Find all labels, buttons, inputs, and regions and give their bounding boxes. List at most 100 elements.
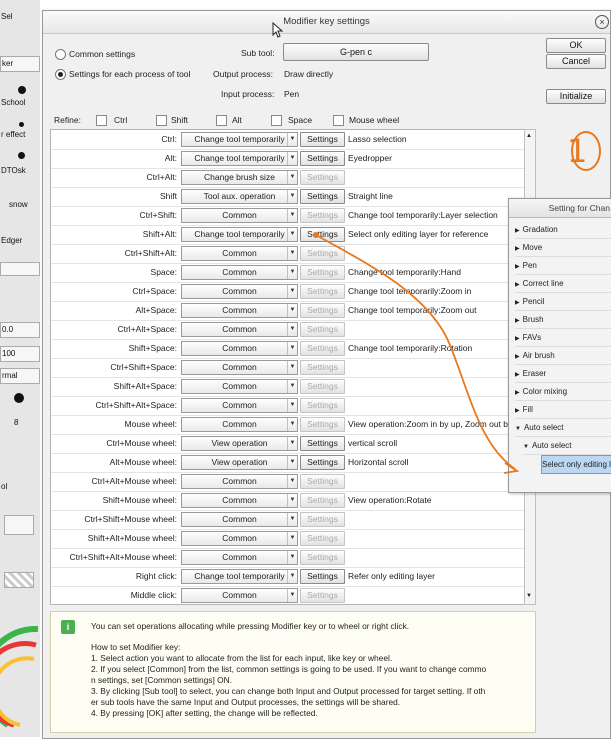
operation-select[interactable]: Common ▼: [181, 588, 298, 603]
settings-button[interactable]: Settings: [300, 189, 345, 204]
chevron-down-icon[interactable]: ▼: [287, 133, 297, 146]
modifier-key-label: Middle click:: [130, 590, 177, 600]
refine-mouse-wheel-label: Mouse wheel: [349, 115, 400, 125]
close-icon[interactable]: ×: [595, 15, 609, 29]
refine-alt-label: Alt: [232, 115, 242, 125]
operation-select[interactable]: Common ▼: [181, 550, 298, 565]
cancel-button[interactable]: Cancel: [546, 54, 606, 69]
chevron-down-icon[interactable]: ▼: [287, 589, 297, 602]
chevron-down-icon[interactable]: ▼: [287, 361, 297, 374]
bg-label: 100: [2, 349, 16, 358]
chevron-down-icon[interactable]: ▼: [287, 266, 297, 279]
chevron-down-icon[interactable]: ▼: [287, 323, 297, 336]
operation-select[interactable]: Common ▼: [181, 303, 298, 318]
operation-select[interactable]: Common ▼: [181, 398, 298, 413]
settings-button[interactable]: Settings: [300, 151, 345, 166]
table-row: Ctrl+Shift+Alt+Mouse wheel: Common ▼ Settin…: [51, 548, 525, 568]
operation-select[interactable]: Common ▼: [181, 379, 298, 394]
bg-field: ker: [0, 56, 40, 72]
operation-select[interactable]: Common ▼: [181, 246, 298, 261]
operation-select[interactable]: Common ▼: [181, 284, 298, 299]
operation-select[interactable]: Common ▼: [181, 265, 298, 280]
cursor-icon: [272, 22, 284, 38]
chevron-down-icon[interactable]: ▼: [287, 285, 297, 298]
operation-select[interactable]: Change tool temporarily ▼: [181, 569, 298, 584]
chevron-down-icon[interactable]: ▼: [287, 399, 297, 412]
info-icon: i: [61, 620, 75, 634]
table-row: Right click: Change tool temporarily ▼ Sett…: [51, 567, 525, 587]
operation-select[interactable]: Common ▼: [181, 512, 298, 527]
chevron-down-icon[interactable]: ▼: [287, 551, 297, 564]
brush-dot-icon: [19, 122, 24, 127]
chevron-down-icon[interactable]: ▼: [287, 570, 297, 583]
operation-select[interactable]: Common ▼: [181, 341, 298, 356]
chevron-down-icon[interactable]: ▼: [287, 494, 297, 507]
operation-select[interactable]: Common ▼: [181, 208, 298, 223]
refine-space-checkbox[interactable]: [271, 115, 282, 126]
operation-value: Common: [222, 305, 257, 315]
chevron-down-icon[interactable]: ▼: [287, 380, 297, 393]
operation-select[interactable]: Common ▼: [181, 417, 298, 432]
chevron-down-icon[interactable]: ▼: [287, 475, 297, 488]
side-panel-item[interactable]: Select only editing la: [541, 455, 611, 474]
chevron-down-icon[interactable]: ▼: [287, 190, 297, 203]
chevron-down-icon[interactable]: ▼: [287, 456, 297, 469]
settings-each-process-radio[interactable]: [55, 69, 66, 80]
operation-select[interactable]: Common ▼: [181, 493, 298, 508]
brush-dot-icon: [18, 86, 26, 94]
chevron-down-icon[interactable]: ▼: [287, 437, 297, 450]
operation-select[interactable]: Common ▼: [181, 531, 298, 546]
chevron-down-icon[interactable]: ▼: [287, 247, 297, 260]
refine-shift-checkbox[interactable]: [156, 115, 167, 126]
operation-select[interactable]: Tool aux. operation ▼: [181, 189, 298, 204]
common-settings-radio[interactable]: [55, 49, 66, 60]
operation-value: Common: [222, 514, 257, 524]
operation-value: Change tool temporarily: [194, 571, 285, 581]
scroll-up-icon[interactable]: ▲: [526, 133, 532, 139]
chevron-down-icon[interactable]: ▼: [287, 513, 297, 526]
operation-value: Common: [222, 286, 257, 296]
operation-value: Common: [222, 248, 257, 258]
settings-button[interactable]: Settings: [300, 132, 345, 147]
operation-select[interactable]: View operation ▼: [181, 436, 298, 451]
operation-value: Change brush size: [204, 172, 275, 182]
modifier-key-label: Ctrl+Shift+Alt+Mouse wheel:: [69, 552, 177, 562]
sub-tool-button[interactable]: G-pen c: [283, 43, 429, 61]
chevron-down-icon[interactable]: ▼: [287, 228, 297, 241]
chevron-down-icon[interactable]: ▼: [287, 171, 297, 184]
settings-button[interactable]: Settings: [300, 550, 345, 565]
settings-button[interactable]: Settings: [300, 493, 345, 508]
settings-button[interactable]: Settings: [300, 208, 345, 223]
operation-select[interactable]: Common ▼: [181, 360, 298, 375]
operation-select[interactable]: Common ▼: [181, 322, 298, 337]
settings-button[interactable]: Settings: [300, 512, 345, 527]
operation-select[interactable]: Change tool temporarily ▼: [181, 227, 298, 242]
operation-select[interactable]: Change tool temporarily ▼: [181, 132, 298, 147]
operation-description: View operation:Rotate: [348, 495, 432, 505]
settings-button[interactable]: Settings: [300, 588, 345, 603]
chevron-down-icon[interactable]: ▼: [287, 342, 297, 355]
operation-description: Refer only editing layer: [348, 571, 435, 581]
operation-select[interactable]: View operation ▼: [181, 455, 298, 470]
operation-value: Tool aux. operation: [203, 191, 276, 201]
input-process-label: Input process:: [221, 89, 275, 99]
chevron-down-icon[interactable]: ▼: [287, 532, 297, 545]
settings-button[interactable]: Settings: [300, 569, 345, 584]
settings-button[interactable]: Settings: [300, 531, 345, 546]
refine-ctrl-checkbox[interactable]: [96, 115, 107, 126]
modifier-key-label: Ctrl+Space:: [132, 286, 177, 296]
chevron-down-icon[interactable]: ▼: [287, 152, 297, 165]
operation-select[interactable]: Change brush size ▼: [181, 170, 298, 185]
output-process-value: Draw directly: [284, 69, 334, 79]
refine-alt-checkbox[interactable]: [216, 115, 227, 126]
refine-mouse-wheel-checkbox[interactable]: [333, 115, 344, 126]
chevron-down-icon[interactable]: ▼: [287, 304, 297, 317]
chevron-down-icon[interactable]: ▼: [287, 209, 297, 222]
settings-button[interactable]: Settings: [300, 170, 345, 185]
scroll-down-icon[interactable]: ▼: [526, 593, 532, 599]
initialize-button[interactable]: Initialize: [546, 89, 606, 104]
chevron-down-icon[interactable]: ▼: [287, 418, 297, 431]
ok-button[interactable]: OK: [546, 38, 606, 53]
operation-select[interactable]: Common ▼: [181, 474, 298, 489]
operation-select[interactable]: Change tool temporarily ▼: [181, 151, 298, 166]
